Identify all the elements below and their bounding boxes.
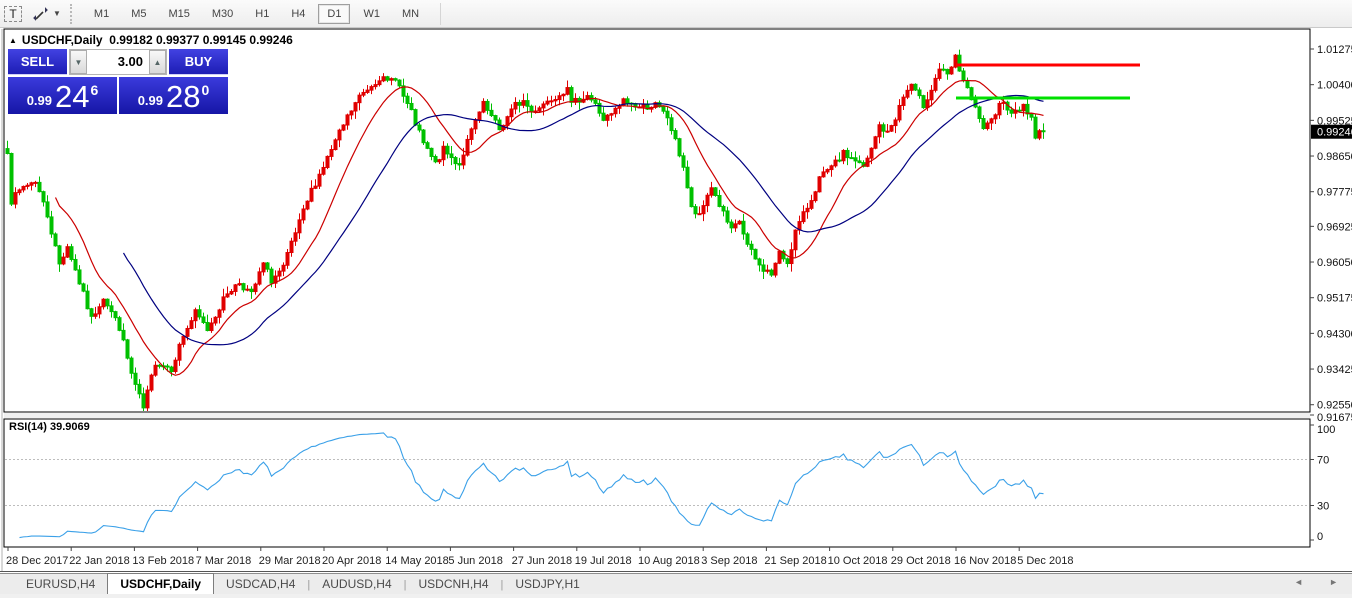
price-tick-label: 0.93425 [1317, 364, 1352, 376]
date-tick-label: 20 Apr 2018 [322, 555, 381, 567]
price-tick-label: 0.95175 [1317, 293, 1352, 305]
price-tick-label: 0.96925 [1317, 221, 1352, 233]
sell-button[interactable]: SELL [8, 49, 67, 75]
volume-stepper: ▼ 3.00 ▲ [69, 49, 167, 75]
rsi-scale-label: 0 [1317, 531, 1323, 543]
date-tick-label: 21 Sep 2018 [764, 555, 826, 567]
price-tick-label: 0.98650 [1317, 151, 1352, 163]
tab-scroll-left-icon[interactable]: ◄ [1294, 577, 1303, 587]
chart-tab-audusd[interactable]: AUDUSD,H4 [310, 575, 403, 594]
date-tick-label: 10 Oct 2018 [828, 555, 888, 567]
rsi-scale-label: 70 [1317, 455, 1329, 467]
date-tick-label: 14 May 2018 [385, 555, 449, 567]
volume-down-button[interactable]: ▼ [70, 50, 87, 74]
current-price-tag: 0.99246 [1311, 125, 1352, 139]
chart-tabs: EURUSD,H4USDCHF,DailyUSDCAD,H4|AUDUSD,H4… [14, 573, 592, 594]
price-tick-label: 0.97775 [1317, 187, 1352, 199]
sell-price-pip: 6 [91, 84, 99, 96]
date-tick-label: 19 Jul 2018 [575, 555, 632, 567]
date-tick-label: 5 Dec 2018 [1017, 555, 1073, 567]
price-tick-label: 0.94300 [1317, 328, 1352, 340]
chart-tab-bar: EURUSD,H4USDCHF,DailyUSDCAD,H4|AUDUSD,H4… [0, 573, 1352, 594]
buy-price-button[interactable]: 0.99 28 0 [119, 77, 228, 114]
chart-tab-usdcad[interactable]: USDCAD,H4 [214, 575, 307, 594]
rsi-scale: 100 70 30 0 [1310, 424, 1335, 543]
price-axis[interactable]: 1.012751.004000.995250.986500.977750.969… [1310, 44, 1352, 424]
sell-price-button[interactable]: 0.99 24 6 [8, 77, 117, 114]
window-bottom-edge [0, 594, 1352, 598]
date-tick-label: 22 Jan 2018 [69, 555, 130, 567]
chart-tab-usdjpy[interactable]: USDJPY,H1 [503, 575, 591, 594]
chart-tab-usdcnh[interactable]: USDCNH,H4 [406, 575, 500, 594]
chart-tab-eurusd[interactable]: EURUSD,H4 [14, 575, 107, 594]
pane-splitter[interactable] [4, 413, 1310, 418]
collapse-triangle-icon: ▲ [9, 36, 17, 45]
svg-text:0.99246: 0.99246 [1317, 127, 1352, 139]
rsi-scale-label: 30 [1317, 501, 1329, 513]
volume-up-button[interactable]: ▲ [149, 50, 166, 74]
one-click-trade-panel: SELL ▼ 3.00 ▲ BUY 0.99 24 6 0.99 28 0 [8, 49, 228, 114]
rsi-scale-label: 100 [1317, 424, 1335, 436]
rsi-indicator-label: RSI(14) 39.9069 [9, 421, 90, 433]
rsi-pane [4, 419, 1310, 547]
date-tick-label: 28 Dec 2017 [6, 555, 68, 567]
volume-input[interactable]: 3.00 [87, 50, 149, 74]
date-tick-label: 29 Mar 2018 [259, 555, 321, 567]
chart-symbol-label: USDCHF,Daily [22, 33, 103, 47]
price-tick-label: 1.01275 [1317, 44, 1352, 56]
buy-button[interactable]: BUY [169, 49, 228, 75]
chart-ohlc-values: 0.99182 0.99377 0.99145 0.99246 [109, 33, 293, 47]
date-tick-label: 3 Sep 2018 [701, 555, 757, 567]
date-axis[interactable]: 28 Dec 201722 Jan 201813 Feb 20187 Mar 2… [6, 547, 1073, 567]
price-tick-label: 1.00400 [1317, 80, 1352, 92]
price-tick-label: 0.92550 [1317, 400, 1352, 412]
price-tick-label: 0.96050 [1317, 257, 1352, 269]
date-tick-label: 5 Jun 2018 [448, 555, 502, 567]
price-tick-label: 0.91675 [1317, 412, 1352, 424]
date-tick-label: 27 Jun 2018 [512, 555, 573, 567]
buy-price-prefix: 0.99 [138, 91, 163, 111]
date-tick-label: 29 Oct 2018 [891, 555, 951, 567]
date-tick-label: 13 Feb 2018 [132, 555, 194, 567]
tab-scroll-right-icon[interactable]: ► [1329, 577, 1338, 587]
date-tick-label: 7 Mar 2018 [196, 555, 252, 567]
chart-title: ▲ USDCHF,Daily 0.99182 0.99377 0.99145 0.… [9, 33, 293, 47]
chart-tab-usdchf[interactable]: USDCHF,Daily [107, 573, 214, 594]
buy-price-pip: 0 [202, 84, 210, 96]
date-tick-label: 16 Nov 2018 [954, 555, 1016, 567]
buy-price-big: 28 [166, 82, 200, 111]
date-tick-label: 10 Aug 2018 [638, 555, 700, 567]
sell-price-big: 24 [55, 82, 89, 111]
sell-price-prefix: 0.99 [27, 91, 52, 111]
